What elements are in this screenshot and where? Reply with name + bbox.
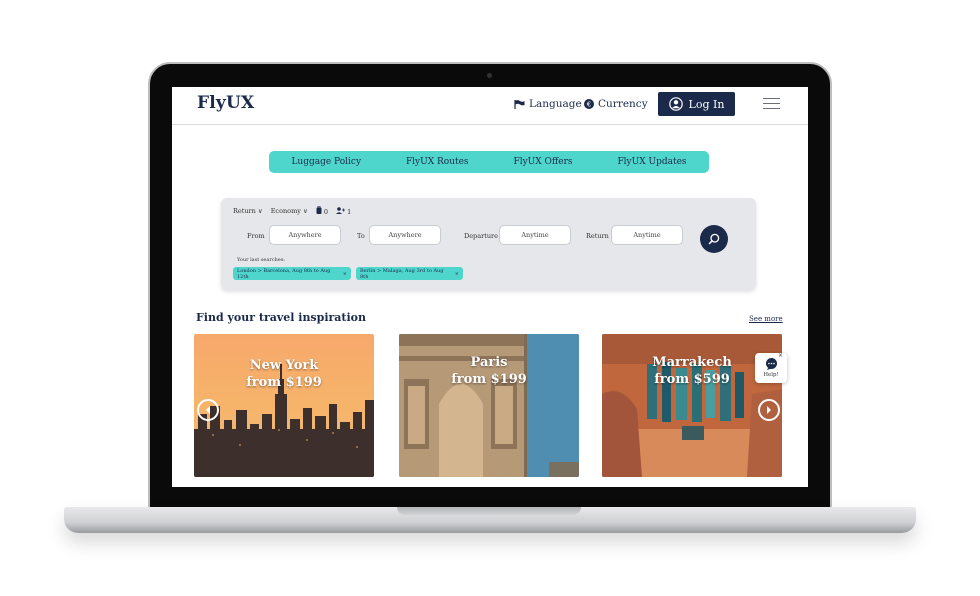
user-icon (668, 97, 683, 111)
laptop-notch (397, 507, 581, 515)
nav-luggage-policy[interactable]: Luggage Policy (291, 157, 361, 167)
bags-select[interactable]: 0 (316, 205, 328, 216)
card-city: New York (249, 358, 319, 373)
passengers-select[interactable]: 1 (335, 206, 351, 216)
chat-bubble-icon (765, 358, 777, 370)
luggage-icon (316, 205, 322, 214)
last-search-chip[interactable]: Berlin > Malaga, Aug 3rd to Aug 8th × (356, 267, 463, 280)
carousel-next-button[interactable] (758, 399, 780, 421)
laptop-screen: FlyUX Language € Currency Log In Luggage… (172, 87, 808, 487)
close-icon[interactable]: × (455, 271, 459, 277)
card-price: from $199 (246, 375, 322, 390)
brand-logo[interactable]: FlyUX (197, 93, 254, 113)
chevron-down-icon: ∨ (303, 207, 308, 215)
help-label: Help! (763, 372, 779, 378)
currency-label: Currency (598, 98, 648, 110)
main-nav: Luggage Policy FlyUX Routes FlyUX Offers… (269, 151, 709, 173)
card-price: from $199 (451, 372, 527, 387)
card-city: Paris (470, 355, 508, 370)
nav-flyux-routes[interactable]: FlyUX Routes (406, 157, 469, 167)
nav-flyux-updates[interactable]: FlyUX Updates (617, 157, 686, 167)
chevron-right-icon (767, 406, 771, 414)
cabin-select[interactable]: Economy ∨ (271, 207, 308, 215)
close-icon[interactable]: × (778, 352, 783, 359)
login-button[interactable]: Log In (658, 92, 735, 116)
login-label: Log In (688, 97, 725, 111)
nav-flyux-offers[interactable]: FlyUX Offers (513, 157, 572, 167)
inspiration-title: Find your travel inspiration (196, 311, 367, 324)
new-york-image (194, 334, 374, 477)
departure-label: Departure (464, 232, 498, 240)
search-icon (708, 233, 720, 245)
last-searches-label: Your last searches: (237, 257, 285, 263)
departure-date-input[interactable]: Anytime (499, 225, 571, 245)
return-date-input[interactable]: Anytime (611, 225, 683, 245)
to-label: To (357, 232, 365, 240)
flight-search-panel: Return ∨ Economy ∨ 0 1 From Anywhere To … (221, 198, 756, 290)
chevron-left-icon (206, 406, 210, 414)
from-label: From (247, 232, 265, 240)
destination-card-new-york[interactable]: New York from $199 (194, 334, 374, 477)
svg-text:€: € (587, 101, 591, 109)
euro-icon: € (584, 99, 594, 109)
search-options: Return ∨ Economy ∨ 0 1 (233, 205, 351, 216)
chevron-down-icon: ∨ (257, 207, 263, 215)
search-button[interactable] (700, 225, 728, 253)
language-selector[interactable]: Language (514, 98, 582, 110)
webcam (487, 73, 492, 78)
return-label: Return (586, 232, 609, 240)
flag-icon (514, 99, 525, 109)
language-label: Language (529, 98, 582, 110)
add-passenger-icon (335, 206, 345, 214)
hamburger-menu-icon[interactable] (763, 98, 780, 109)
currency-selector[interactable]: € Currency (584, 98, 648, 110)
site-header: FlyUX Language € Currency Log In (172, 87, 808, 125)
close-icon[interactable]: × (343, 271, 347, 277)
trip-type-select[interactable]: Return ∨ (233, 207, 263, 215)
from-input[interactable]: Anywhere (269, 225, 341, 245)
see-more-link[interactable]: See more (749, 315, 783, 323)
last-search-chip[interactable]: London > Barcelona, Aug 8th to Aug 12th … (233, 267, 351, 280)
destination-card-paris[interactable]: Paris from $199 (399, 334, 579, 477)
to-input[interactable]: Anywhere (369, 225, 441, 245)
carousel-prev-button[interactable] (197, 399, 219, 421)
